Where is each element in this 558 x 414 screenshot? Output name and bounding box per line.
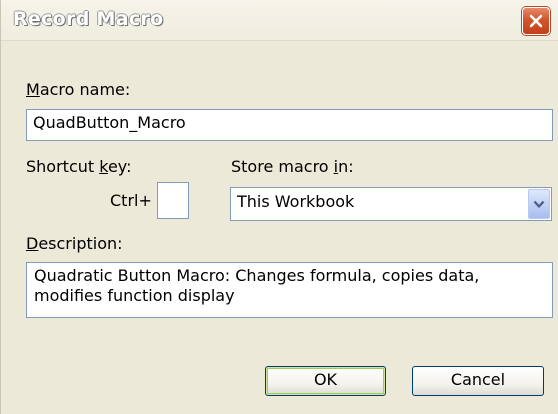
title-bar[interactable]: Record Macro bbox=[1, 0, 558, 41]
chevron-down-icon bbox=[533, 200, 545, 208]
description-field[interactable]: Quadratic Button Macro: Changes formula,… bbox=[26, 262, 553, 318]
macro-name-label: Macro name: bbox=[26, 80, 131, 99]
close-button[interactable] bbox=[522, 7, 550, 35]
ctrl-prefix-label: Ctrl+ bbox=[110, 191, 152, 210]
dropdown-arrow-button[interactable] bbox=[528, 189, 550, 219]
description-value: Quadratic Button Macro: Changes formula,… bbox=[34, 266, 480, 305]
macro-name-field[interactable]: QuadButton_Macro bbox=[26, 109, 553, 141]
shortcut-key-field[interactable] bbox=[157, 182, 189, 219]
dialog-title: Record Macro bbox=[13, 8, 164, 30]
description-label: Description: bbox=[26, 234, 123, 253]
cancel-button[interactable]: Cancel bbox=[412, 366, 544, 396]
store-macro-selected: This Workbook bbox=[237, 192, 355, 211]
store-macro-label: Store macro in: bbox=[231, 157, 354, 176]
macro-name-value: QuadButton_Macro bbox=[33, 113, 186, 132]
shortcut-key-label: Shortcut key: bbox=[26, 157, 132, 176]
ok-button[interactable]: OK bbox=[265, 366, 386, 396]
store-macro-select[interactable]: This Workbook bbox=[230, 187, 552, 221]
record-macro-dialog: Record Macro Macro name: QuadButton_Macr… bbox=[0, 0, 558, 414]
close-icon bbox=[529, 14, 543, 28]
